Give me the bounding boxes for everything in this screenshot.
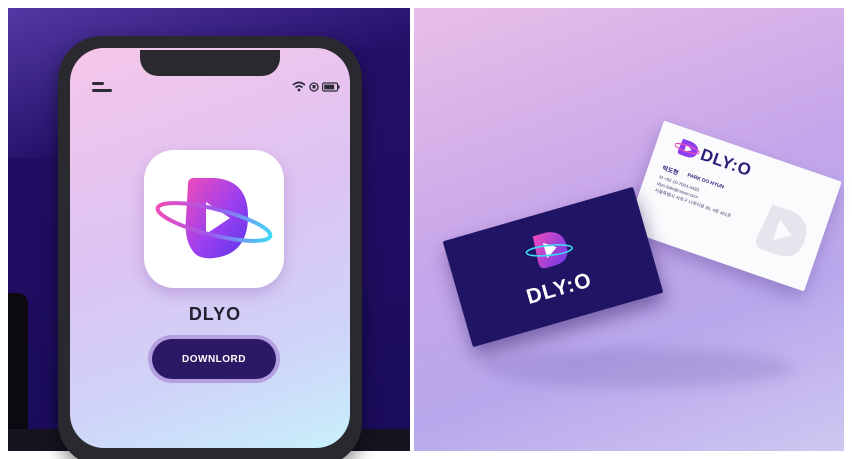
app-name: DLYO [188, 304, 242, 324]
wifi-icon [292, 81, 306, 92]
card-shadow [484, 348, 794, 388]
logo-mark-icon [525, 232, 573, 269]
person-silhouette [8, 293, 28, 451]
download-button[interactable]: DOWNLORD [152, 339, 276, 379]
watermark-logo-icon [756, 204, 807, 257]
showcase-stage: DLYO DOWNLORD DLY:O 박도현 PARK DO HYUN M +… [0, 0, 852, 459]
battery-icon [322, 81, 340, 92]
phone-notch [140, 50, 280, 76]
app-icon[interactable] [144, 150, 284, 288]
alarm-icon [309, 81, 319, 92]
status-bar [292, 81, 340, 92]
card-brand: DLY:O [698, 144, 754, 181]
play-planet-logo-icon [155, 178, 273, 259]
menu-icon[interactable] [92, 82, 112, 96]
